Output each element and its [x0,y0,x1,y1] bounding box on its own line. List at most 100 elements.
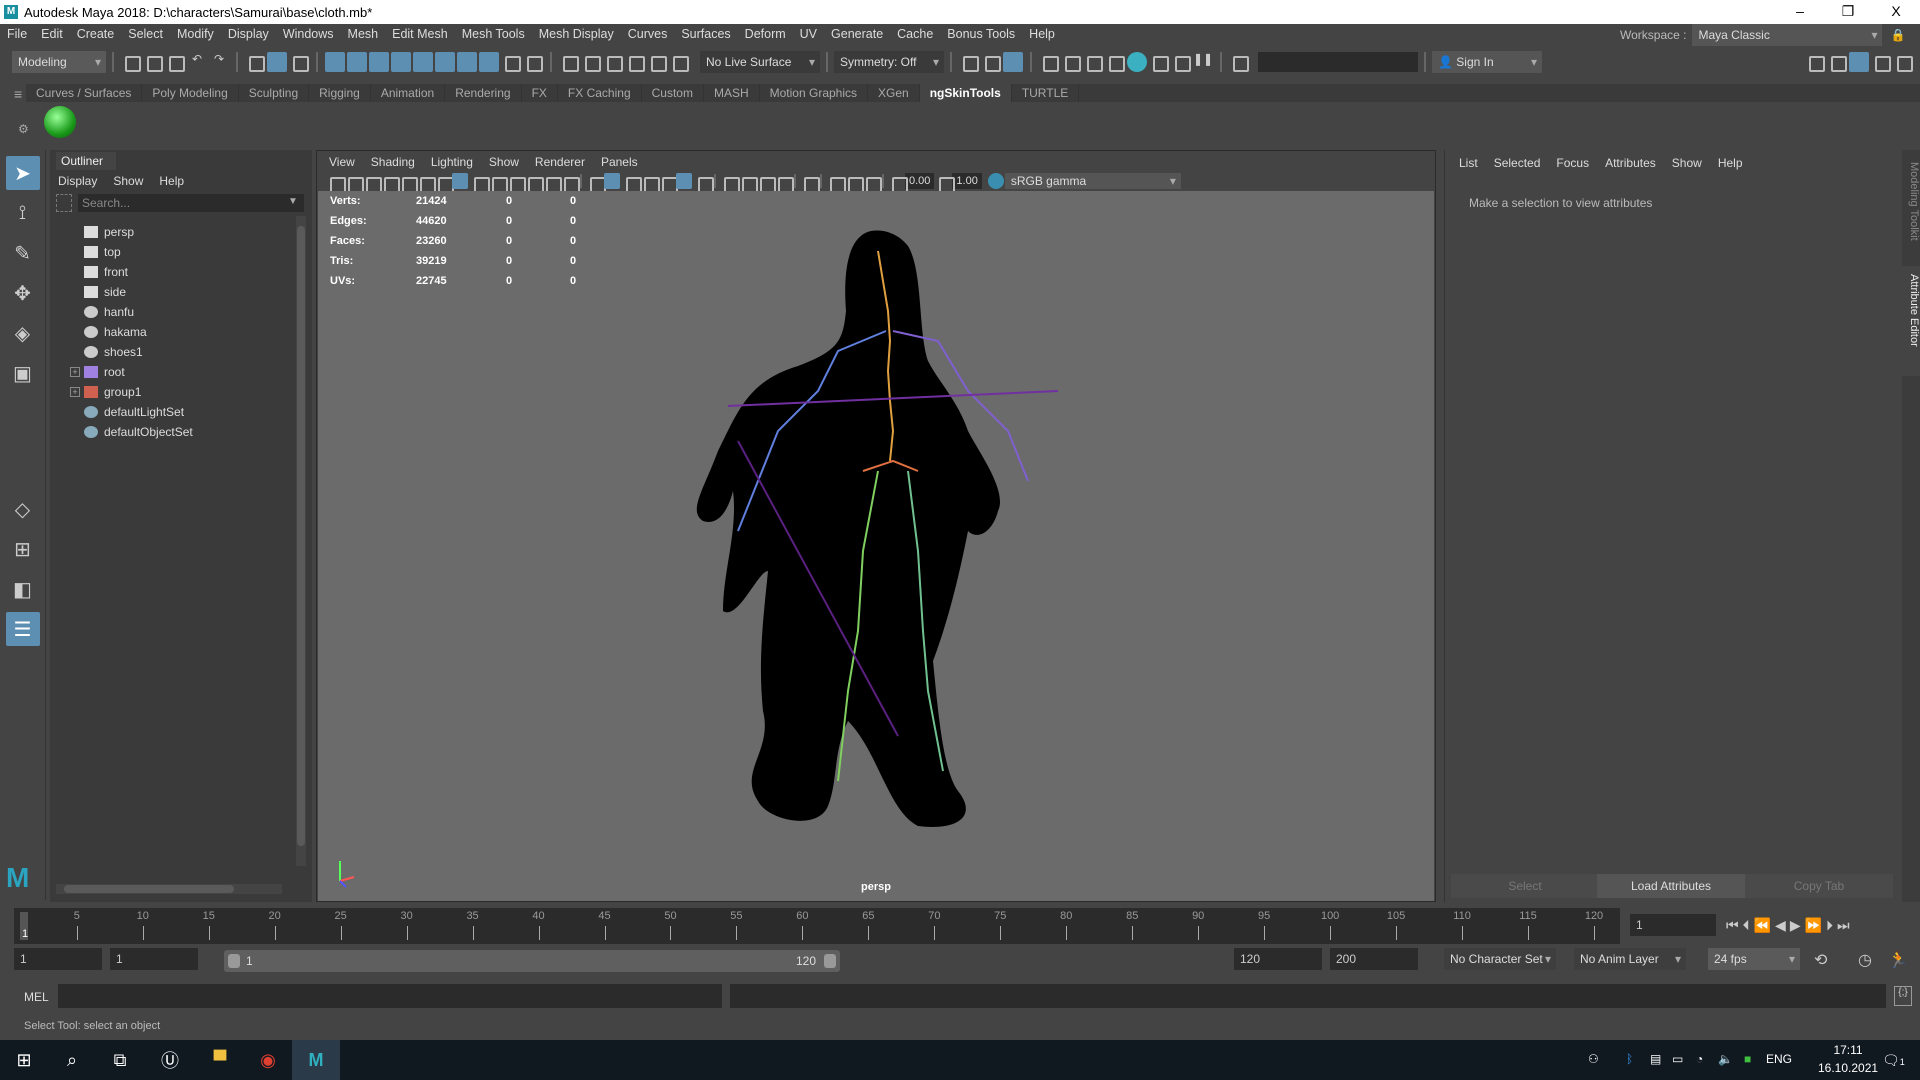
outliner-item[interactable]: defaultObjectSet [50,422,290,442]
start-icon[interactable]: ⊞ [0,1040,48,1080]
undo-icon[interactable]: ↶ [187,52,207,72]
battery-icon[interactable]: ▭ [1672,1052,1683,1066]
anim-preferences-icon[interactable]: 🏃 [1888,950,1908,970]
move-tool-icon[interactable]: ✥ [6,276,40,310]
filter-icon[interactable] [56,194,72,212]
exposure-icon[interactable] [888,173,908,193]
lock-selection-icon[interactable] [501,52,521,72]
maya-taskbar-icon[interactable]: M [292,1040,340,1080]
four-view-layout-icon[interactable]: ⊞ [6,532,40,566]
tool-settings-icon[interactable] [1871,52,1891,72]
outliner-item[interactable]: top [50,242,290,262]
shelf-menu-icon[interactable]: ≡ [14,86,22,102]
shelf-tab-xgen[interactable]: XGen [868,84,920,102]
task-view-icon[interactable]: ⧉ [96,1040,144,1080]
hypershade-icon[interactable] [1127,52,1147,72]
outliner-item[interactable]: defaultLightSet [50,402,290,422]
step-back-key-icon[interactable]: ⏪ [1754,917,1775,934]
shelf-tab-rigging[interactable]: Rigging [309,84,371,102]
epic-launcher-tray-icon[interactable]: ▤ [1650,1052,1661,1066]
lock-icon[interactable]: 🔒 [1890,28,1905,42]
shelf-tab-turtle[interactable]: TURTLE [1012,84,1080,102]
character-controls-icon[interactable] [1827,52,1847,72]
load-attributes-button[interactable]: Load Attributes [1597,874,1745,898]
snap-grid-icon[interactable] [325,52,345,72]
camera-select-icon[interactable] [326,173,346,193]
character-set-dropdown[interactable]: No Character Set [1444,948,1556,970]
outliner-menu-display[interactable]: Display [50,174,105,188]
snap-point-icon[interactable] [369,52,389,72]
outliner-menu-show[interactable]: Show [105,174,151,188]
people-icon[interactable]: ⚇ [1588,1052,1599,1066]
shelf-settings-icon[interactable]: ⚙ [18,122,29,136]
safe-action-icon[interactable] [542,173,562,193]
outliner-item[interactable]: hanfu [50,302,290,322]
snap-view-plane-icon[interactable] [413,52,433,72]
outliner-search-input[interactable]: Search... [78,194,304,212]
range-start-handle[interactable] [228,954,240,968]
attribute-menu-attributes[interactable]: Attributes [1597,156,1664,170]
start-time-field[interactable]: 1 [14,948,102,970]
menu-surfaces[interactable]: Surfaces [674,27,737,41]
outliner-item[interactable]: persp [50,222,290,242]
smooth-shade-icon[interactable] [604,173,620,189]
output-ops-icon[interactable] [647,52,667,72]
view-transform-dropdown[interactable]: sRGB gamma [1004,173,1181,189]
menu-select[interactable]: Select [121,27,170,41]
field-chart-icon[interactable] [524,173,544,193]
menu-mesh-tools[interactable]: Mesh Tools [455,27,532,41]
select-field-icon[interactable] [1229,52,1249,72]
highlight-selection-icon[interactable] [523,52,543,72]
menu-windows[interactable]: Windows [276,27,341,41]
file-explorer-icon[interactable]: ▀ [196,1040,244,1080]
shelf-tab-animation[interactable]: Animation [371,84,446,102]
chrome-icon[interactable]: ◉ [244,1040,292,1080]
attribute-menu-help[interactable]: Help [1710,156,1751,170]
search-dropdown-icon[interactable]: ▼ [288,196,298,207]
clock[interactable]: 17:11 16.10.2021 [1818,1043,1878,1075]
live-surface-field[interactable]: No Live Surface [700,51,820,73]
range-slider[interactable]: 1 120 [224,950,840,972]
render-frame-icon[interactable] [1061,52,1081,72]
outliner-item[interactable]: shoes1 [50,342,290,362]
menu-curves[interactable]: Curves [621,27,675,41]
resolution-gate-icon[interactable] [488,173,508,193]
go-to-end-icon[interactable]: ⏭ [1837,917,1854,934]
step-forward-frame-icon[interactable]: ⏵ [1826,917,1837,934]
shelf-tab-sculpting[interactable]: Sculpting [239,84,310,102]
loop-icon[interactable]: ⟲ [1814,950,1827,970]
grid-icon[interactable] [452,173,468,189]
save-scene-icon[interactable] [165,52,185,72]
menu-deform[interactable]: Deform [738,27,793,41]
wireframe-icon[interactable] [586,173,606,193]
outliner-item[interactable]: hakama [50,322,290,342]
menu-generate[interactable]: Generate [824,27,890,41]
safe-title-icon[interactable] [560,173,580,193]
menu-edit-mesh[interactable]: Edit Mesh [385,27,455,41]
camera-lock-icon[interactable] [344,173,364,193]
wifi-icon[interactable]: ◔ [1696,1052,1703,1066]
outliner-vertical-scrollbar[interactable] [296,216,306,866]
rotate-tool-icon[interactable]: ◈ [6,316,40,350]
use-all-lights-icon[interactable] [676,173,692,189]
attribute-menu-focus[interactable]: Focus [1548,156,1597,170]
bookmark-icon[interactable] [380,173,400,193]
snap-icon[interactable] [457,52,477,72]
new-scene-icon[interactable] [121,52,141,72]
light-editor-icon[interactable] [1171,52,1191,72]
outliner-item[interactable]: side [50,282,290,302]
language-indicator[interactable]: ENG [1766,1052,1792,1066]
current-frame-field[interactable]: 1 [1630,914,1716,936]
input-ops-icon[interactable] [625,52,645,72]
outliner-item[interactable]: + root [50,362,290,382]
redo-icon[interactable]: ↷ [209,52,229,72]
search-icon[interactable]: ⌕ [48,1040,96,1080]
open-scene-icon[interactable] [143,52,163,72]
attribute-menu-selected[interactable]: Selected [1486,156,1549,170]
outliner-layout-icon[interactable]: ☰ [5,612,40,646]
gate-mask-icon[interactable] [506,173,526,193]
command-input[interactable] [58,984,722,1008]
menu-edit[interactable]: Edit [34,27,70,41]
select-object-icon[interactable] [267,52,287,72]
viewport-canvas[interactable]: Verts: 21424 0 0 Edges: 44620 0 0 Faces: 23260 0 0 T… [318,191,1434,901]
